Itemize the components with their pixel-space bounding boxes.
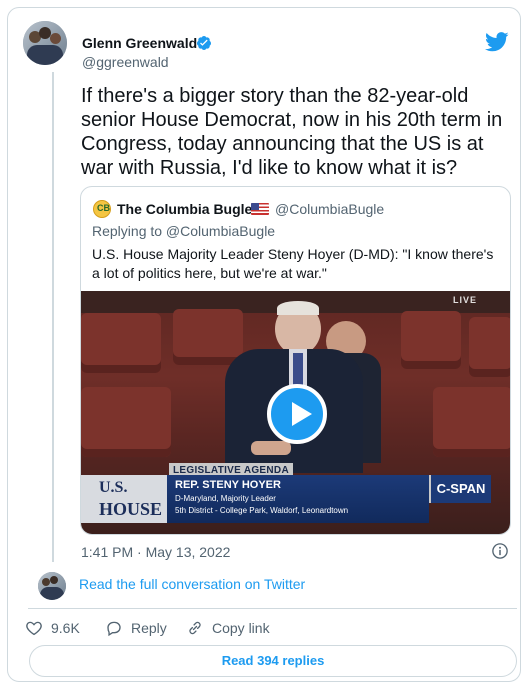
author-avatar-small[interactable] — [38, 572, 66, 600]
chyron-subtitle-1: D-Maryland, Majority Leader — [175, 494, 276, 503]
author-handle[interactable]: @ggreenwald — [82, 54, 169, 70]
chyron: REP. STENY HOYER D-Maryland, Majority Le… — [167, 475, 429, 523]
author-name[interactable]: Glenn Greenwald — [82, 35, 197, 51]
copy-link-button[interactable]: Copy link — [186, 618, 270, 638]
tweet-timestamp[interactable]: 1:41 PM · May 13, 2022 — [81, 544, 230, 560]
reply-button[interactable]: Reply — [105, 618, 167, 638]
replying-to-label: Replying to @ColumbiaBugle — [92, 223, 276, 239]
divider — [28, 608, 517, 609]
tweet-text: If there's a bigger story than the 82-ye… — [81, 85, 503, 179]
info-icon[interactable] — [491, 542, 509, 560]
read-conversation-link[interactable]: Read the full conversation on Twitter — [79, 576, 305, 592]
heart-icon — [26, 621, 42, 636]
house-logo-line2: HOUSE — [99, 499, 163, 519]
house-logo: U.S. HOUSE — [81, 475, 167, 523]
link-icon — [189, 621, 201, 635]
reply-bubble-icon — [107, 621, 121, 637]
chyron-name: REP. STENY HOYER — [175, 479, 281, 491]
like-count: 9.6K — [51, 620, 80, 636]
play-icon[interactable] — [267, 384, 327, 444]
read-replies-button[interactable]: Read 394 replies — [29, 645, 517, 677]
reply-label: Reply — [131, 620, 167, 636]
cspan-logo: C-SPAN — [429, 475, 491, 503]
quoted-tweet[interactable]: CB The Columbia Bugle @ColumbiaBugle Rep… — [80, 186, 511, 535]
chyron-subtitle-2: 5th District - College Park, Waldorf, Le… — [175, 506, 349, 515]
embedded-tweet-card: Glenn Greenwald @ggreenwald If there's a… — [7, 7, 521, 682]
twitter-bird-icon[interactable] — [485, 32, 509, 52]
quoted-author-name[interactable]: The Columbia Bugle — [117, 201, 252, 217]
like-button[interactable]: 9.6K — [25, 618, 80, 638]
house-logo-line1: U.S. — [99, 479, 128, 496]
us-flag-icon — [251, 203, 269, 215]
thread-line — [52, 72, 54, 562]
quoted-author-avatar[interactable]: CB — [93, 200, 111, 218]
verified-badge-icon — [196, 36, 211, 50]
live-label: LIVE — [453, 295, 478, 305]
copy-link-label: Copy link — [212, 620, 270, 636]
quoted-author-handle[interactable]: @ColumbiaBugle — [275, 201, 384, 217]
author-avatar[interactable] — [23, 21, 67, 65]
video-player[interactable]: LIVE LEGISLATIVE AGENDA U.S. HOUSE REP. … — [81, 291, 510, 534]
quoted-tweet-text: U.S. House Majority Leader Steny Hoyer (… — [92, 246, 494, 281]
